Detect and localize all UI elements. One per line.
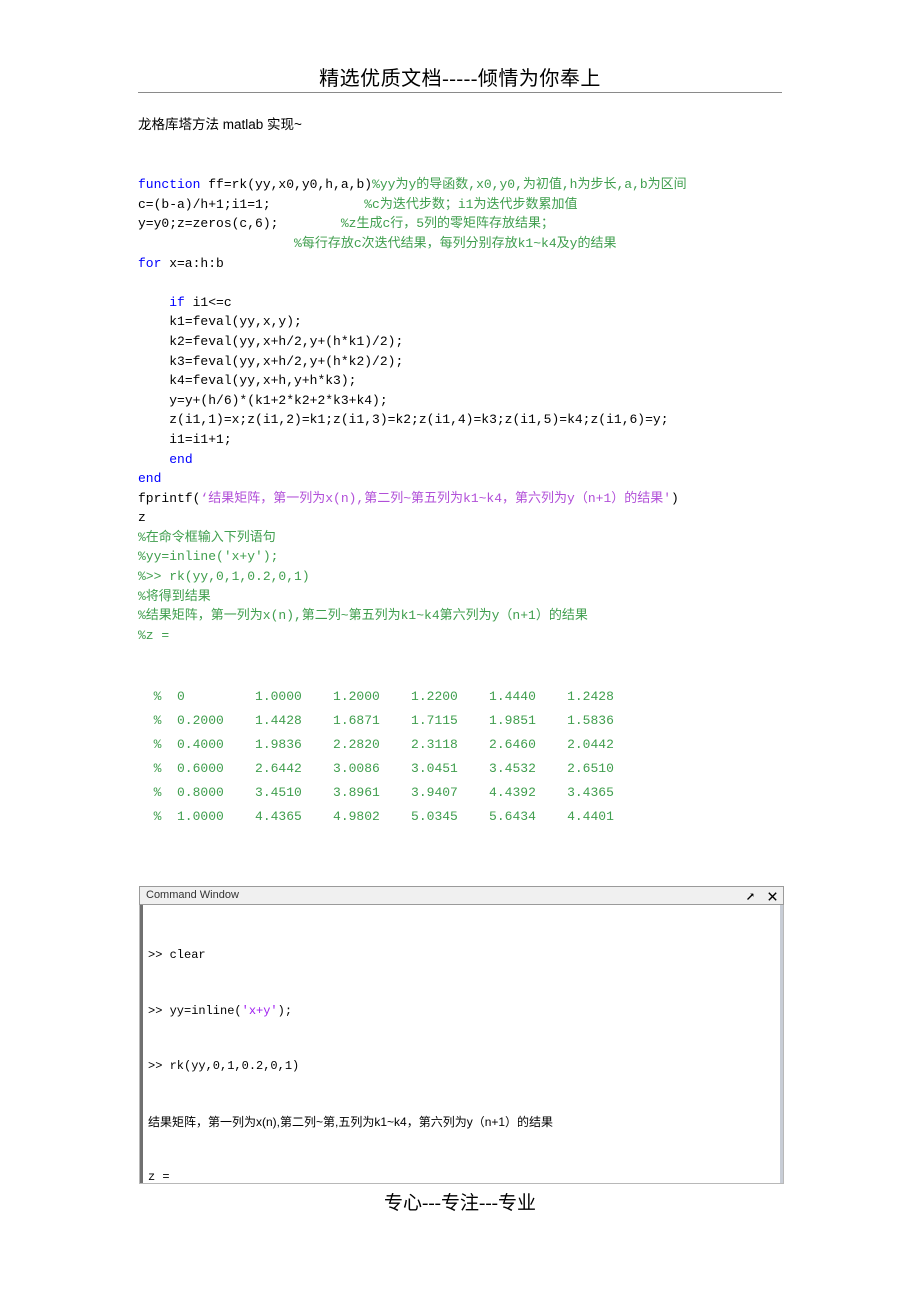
- code-token-cmt: %z =: [138, 627, 170, 643]
- code-token-plain: y=y0;z=zeros(c,6);: [138, 216, 341, 232]
- code-line: %将得到结果: [138, 587, 788, 607]
- code-token-plain: i1<=c: [184, 294, 232, 310]
- code-token-cmt: %z生成c行，5列的零矩阵存放结果；: [340, 216, 555, 232]
- code-line: y=y0;z=zeros(c,6); %z生成c行，5列的零矩阵存放结果；: [138, 214, 788, 234]
- code-line: function ff=rk(yy,x0,y0,h,a,b)%yy为y的导函数,…: [138, 175, 788, 195]
- code-line: z: [138, 508, 788, 528]
- code-token-cmt: %结果矩阵，第一列为x(n),第二列~第五列为k1~k4第六列为y（n+1）的结…: [138, 608, 588, 624]
- code-token-cmt: %yy为y的导函数,x0,y0,为初值,h为步长,a,b为区间: [372, 177, 687, 193]
- code-token-cmt: %将得到结果: [138, 588, 211, 604]
- code-line: z(i1,1)=x;z(i1,2)=k1;z(i1,3)=k2;z(i1,4)=…: [138, 410, 788, 430]
- inline-string-arg: 'x+y': [241, 1003, 278, 1018]
- code-line: if i1<=c: [138, 293, 788, 313]
- close-icon[interactable]: [766, 890, 779, 903]
- code-token-cmt: %每行存放c次迭代结果，每列分别存放k1~k4及y的结果: [138, 235, 617, 251]
- code-token-plain: k4=feval(yy,x+h,y+h*k3);: [138, 373, 357, 389]
- inline-prefix: >> yy=inline(: [148, 1003, 242, 1018]
- code-token-plain: ff=rk(yy,x0,y0,h,a,b): [200, 177, 373, 193]
- code-token-plain: ): [671, 490, 679, 506]
- result-matrix-row: % 1.0000 4.4365 4.9802 5.0345 5.6434 4.4…: [138, 808, 614, 824]
- page-title: 精选优质文档-----倾情为你奉上: [319, 68, 601, 90]
- code-token-plain: c=(b-a)/h+1;i1=1;: [138, 196, 365, 212]
- command-window-scrollbar[interactable]: [780, 905, 783, 1183]
- command-window-left-bar: [140, 905, 143, 1183]
- code-token-plain: y=y+(h/6)*(k1+2*k2+2*k3+k4);: [138, 392, 388, 408]
- code-line: end: [138, 450, 788, 470]
- code-token-plain: z: [138, 510, 146, 526]
- code-token-plain: k1=feval(yy,x,y);: [138, 314, 302, 330]
- header-divider: [138, 92, 782, 93]
- code-token-plain: i1=i1+1;: [138, 431, 232, 447]
- command-window-content: >> clear >> yy=inline('x+y'); >> rk(yy,0…: [148, 909, 773, 1184]
- matlab-code-block: function ff=rk(yy,x0,y0,h,a,b)%yy为y的导函数,…: [138, 136, 788, 848]
- code-line: end: [138, 469, 788, 489]
- code-token-plain: z(i1,1)=x;z(i1,2)=k1;z(i1,3)=k2;z(i1,4)=…: [138, 412, 669, 428]
- result-matrix-row: % 0.6000 2.6442 3.0086 3.0451 3.4532 2.6…: [138, 760, 614, 776]
- inline-suffix: );: [277, 1003, 293, 1018]
- undock-icon[interactable]: [744, 890, 757, 903]
- command-window-titlebar: Command Window: [139, 886, 784, 905]
- code-token-plain: fprintf(: [138, 490, 201, 506]
- code-token-plain: k3=feval(yy,x+h/2,y+(h*k2)/2);: [138, 353, 404, 369]
- code-line: k4=feval(yy,x+h,y+h*k3);: [138, 371, 788, 391]
- code-token-plain: k2=feval(yy,x+h/2,y+(h*k1)/2);: [138, 333, 404, 349]
- code-token-kw: end: [138, 471, 162, 487]
- code-line: y=y+(h/6)*(k1+2*k2+2*k3+k4);: [138, 391, 788, 411]
- code-line: %在命令框输入下列语句: [138, 528, 788, 548]
- code-line: k1=feval(yy,x,y);: [138, 312, 788, 332]
- code-lines-container: function ff=rk(yy,x0,y0,h,a,b)%yy为y的导函数,…: [138, 175, 788, 645]
- command-line-rk: >> rk(yy,0,1,0.2,0,1): [148, 1059, 300, 1073]
- result-matrix-comment-rows: % 0 1.0000 1.2000 1.2200 1.4440 1.2428 %…: [138, 685, 788, 829]
- code-line: %yy=inline('x+y');: [138, 547, 788, 567]
- code-token-kw: for: [138, 255, 162, 271]
- code-line: fprintf(‘结果矩阵，第一列为x(n),第二列~第五列为k1~k4，第六列…: [138, 489, 788, 509]
- result-matrix-row: % 0 1.0000 1.2000 1.2200 1.4440 1.2428: [138, 688, 614, 704]
- code-line: %结果矩阵，第一列为x(n),第二列~第五列为k1~k4第六列为y（n+1）的结…: [138, 606, 788, 626]
- result-matrix-row: % 0.8000 3.4510 3.8961 3.9407 4.4392 3.4…: [138, 784, 614, 800]
- command-line-clear: >> clear: [148, 948, 206, 962]
- matlab-command-window[interactable]: Command Window >> clear >> yy=inline('x+…: [139, 886, 784, 1184]
- code-line: k3=feval(yy,x+h/2,y+(h*k2)/2);: [138, 352, 788, 372]
- code-line: c=(b-a)/h+1;i1=1; %c为迭代步数；i1为迭代步数累加值: [138, 195, 788, 215]
- command-window-title: Command Window: [146, 889, 239, 901]
- code-line: %>> rk(yy,0,1,0.2,0,1): [138, 567, 788, 587]
- result-matrix-row: % 0.2000 1.4428 1.6871 1.7115 1.9851 1.5…: [138, 712, 614, 728]
- code-token-str: ‘结果矩阵，第一列为x(n),第二列~第五列为k1~k4，第六列为y（n+1）的…: [200, 490, 672, 506]
- command-window-body[interactable]: >> clear >> yy=inline('x+y'); >> rk(yy,0…: [139, 905, 784, 1184]
- code-token-cmt: %>> rk(yy,0,1,0.2,0,1): [138, 569, 310, 585]
- titlebar-button-group: [744, 887, 779, 906]
- code-token-kw: if: [169, 294, 185, 310]
- command-output-header: 结果矩阵，第一列为x(n),第二列~第,五列为k1~k4，第六列为y（n+1）的…: [148, 1114, 554, 1129]
- code-token-kw: end: [169, 451, 193, 467]
- command-line-inline: >> yy=inline('x+y');: [148, 1002, 773, 1021]
- code-token-cmt: %在命令框输入下列语句: [138, 529, 276, 545]
- code-line: i1=i1+1;: [138, 430, 788, 450]
- code-token-cmt: %yy=inline('x+y');: [138, 549, 279, 565]
- code-line: %每行存放c次迭代结果，每列分别存放k1~k4及y的结果: [138, 234, 788, 254]
- document-intro-text: 龙格库塔方法 matlab 实现~: [138, 117, 302, 132]
- result-matrix-row: % 0.4000 1.9836 2.2820 2.3118 2.6460 2.0…: [138, 736, 614, 752]
- code-line: for x=a:h:b: [138, 254, 788, 274]
- code-token-kw: function: [138, 177, 201, 193]
- command-output-variable-label: z =: [148, 1170, 170, 1184]
- code-line: %z =: [138, 626, 788, 646]
- page-footer: 专心---专注---专业: [384, 1193, 536, 1214]
- code-token-cmt: %c为迭代步数；i1为迭代步数累加值: [364, 196, 578, 212]
- code-token-plain: x=a:h:b: [161, 255, 224, 271]
- code-line: k2=feval(yy,x+h/2,y+(h*k1)/2);: [138, 332, 788, 352]
- page-header: 精选优质文档-----倾情为你奉上: [0, 62, 920, 91]
